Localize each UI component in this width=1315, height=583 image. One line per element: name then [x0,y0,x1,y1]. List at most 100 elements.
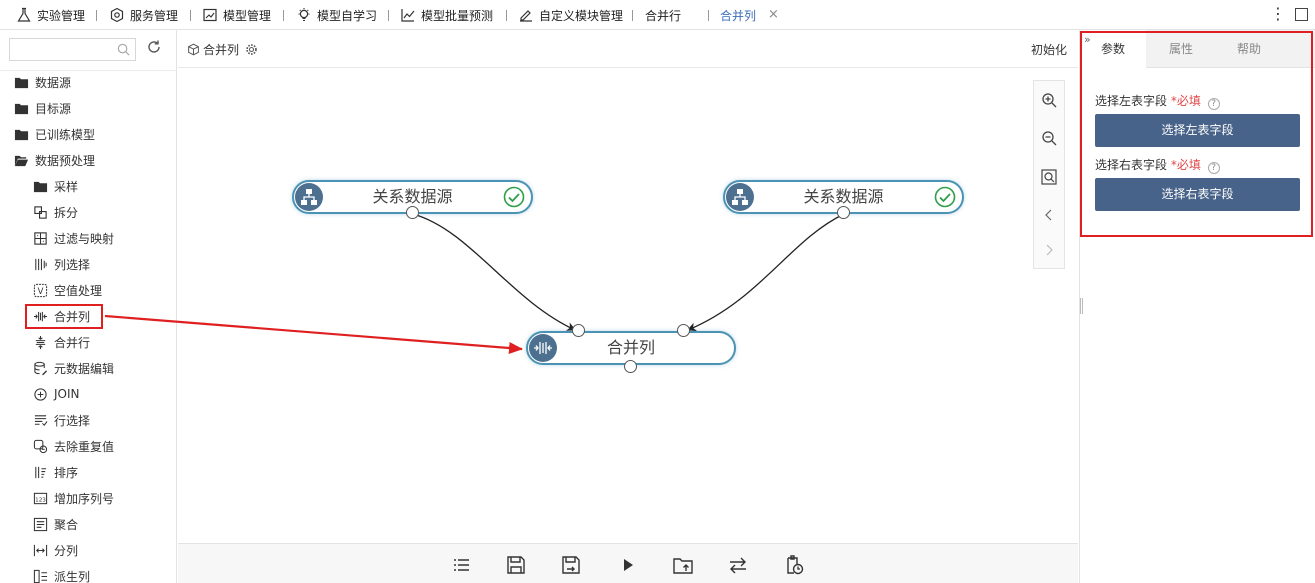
tab-label: 合并列 [720,8,757,23]
sidebar-item-label: 元数据编辑 [54,361,115,376]
component-sidebar: 数据源 目标源 已训练模型 数据预处理 采样 拆分 过滤与映射 列选择 V 空值… [0,30,177,583]
tab-label: 模型自学习 [317,8,378,23]
datasource-node-icon [726,183,754,211]
flask-icon [16,7,32,23]
sidebar-item-label: 行选择 [54,413,91,428]
sidebar-item-filter-map[interactable]: 过滤与映射 [33,227,114,249]
derive-column-icon [33,569,48,583]
split-column-icon [33,543,48,558]
chevron-left-icon[interactable] [1040,206,1058,224]
sidebar-item-label: 过滤与映射 [54,231,115,246]
tab-label: 自定义模块管理 [539,8,624,23]
chart-box-icon [202,7,218,23]
folder-trained-models[interactable]: 已训练模型 [14,123,95,145]
search-field[interactable] [9,38,136,61]
tab-experiment-management[interactable]: 实验管理 [16,0,85,30]
sidebar-item-aggregate[interactable]: 聚合 [33,513,78,535]
tab-separator [96,10,97,21]
folder-label: 数据源 [35,75,72,90]
zoom-in-icon[interactable] [1040,91,1058,109]
search-input[interactable] [10,39,115,60]
output-port[interactable] [837,206,850,219]
sequence-icon: 123 [33,491,48,506]
cube-icon [188,43,199,56]
sidebar-item-null-handling[interactable]: V 空值处理 [33,279,102,301]
input-port-right[interactable] [677,324,690,337]
tab-batch-prediction[interactable]: 模型批量预测 [400,0,493,30]
output-port[interactable] [624,360,637,373]
switch-icon[interactable] [727,554,749,576]
column-select-icon [33,257,48,272]
save-icon[interactable] [505,554,527,576]
folder-label: 数据预处理 [35,153,96,168]
sort-icon [33,465,48,480]
row-select-icon [33,413,48,428]
dedupe-icon [33,439,48,454]
output-port[interactable] [406,206,419,219]
tab-label: 服务管理 [130,8,179,23]
gear-icon[interactable] [245,43,258,56]
fit-view-icon[interactable] [1040,168,1058,186]
zoom-out-icon[interactable] [1040,129,1058,147]
list-icon[interactable] [450,554,472,576]
sidebar-item-split-column[interactable]: 分列 [33,539,78,561]
tab-service-management[interactable]: 服务管理 [109,0,178,30]
annotation-highlight-box [25,304,103,329]
chevron-right-icon[interactable] [1040,241,1058,259]
export-folder-icon[interactable] [672,554,694,576]
folder-icon [14,127,29,142]
sidebar-item-add-sequence[interactable]: 123 增加序列号 [33,487,114,509]
sidebar-item-merge-rows[interactable]: 合并行 [33,331,90,353]
tab-custom-module-management[interactable]: 自定义模块管理 [518,0,623,30]
initialize-button[interactable]: 初始化 [1031,41,1067,58]
input-port-left[interactable] [572,324,585,337]
sidebar-item-join[interactable]: JOIN [33,383,80,405]
sidebar-item-column-select[interactable]: 列选择 [33,253,90,275]
sidebar-item-label: 采样 [54,179,79,194]
sidebar-item-label: 分列 [54,543,79,558]
success-check-icon [934,186,956,208]
refresh-icon[interactable] [146,39,162,55]
sidebar-item-split[interactable]: 拆分 [33,201,78,223]
sidebar-item-sort[interactable]: 排序 [33,461,78,483]
tab-model-management[interactable]: 模型管理 [202,0,271,30]
schedule-icon[interactable] [783,554,805,576]
search-icon[interactable] [116,42,131,57]
more-vertical-icon[interactable]: ⋮ [1270,4,1286,24]
folder-label: 已训练模型 [35,127,96,142]
folder-target-source[interactable]: 目标源 [14,97,71,119]
filter-map-icon [33,231,48,246]
folder-label: 目标源 [35,101,72,116]
tab-separator [708,10,709,21]
sidebar-item-label: JOIN [54,387,80,401]
bulb-icon [296,7,312,23]
tab-merge-rows[interactable]: 合并行 [645,0,681,30]
tab-separator [283,10,284,21]
sidebar-item-label: 空值处理 [54,283,103,298]
sidebar-item-metadata-edit[interactable]: 元数据编辑 [33,357,114,379]
sidebar-item-label: 列选择 [54,257,91,272]
tab-separator [190,10,191,21]
close-icon[interactable]: × [768,7,779,22]
sidebar-item-sampling[interactable]: 采样 [33,175,78,197]
tab-separator [388,10,389,21]
tab-label: 模型批量预测 [421,8,494,23]
folder-data-preprocessing[interactable]: 数据预处理 [14,149,95,171]
workflow-canvas[interactable] [178,69,1078,543]
tab-model-self-learning[interactable]: 模型自学习 [296,0,377,30]
folder-open-icon [14,153,29,168]
sidebar-item-label: 去除重复值 [54,439,115,454]
folder-data-source[interactable]: 数据源 [14,71,71,93]
sidebar-item-row-select[interactable]: 行选择 [33,409,90,431]
null-handle-icon: V [33,283,48,298]
run-icon[interactable] [617,554,639,576]
maximize-icon[interactable] [1295,8,1308,21]
save-as-icon[interactable] [560,554,582,576]
sidebar-item-derive-column[interactable]: 派生列 [33,565,90,583]
panel-resize-handle[interactable] [1080,298,1083,314]
sidebar-item-label: 聚合 [54,517,79,532]
tab-merge-columns[interactable]: 合并列 [720,0,756,30]
tab-label: 模型管理 [223,8,272,23]
sidebar-item-label: 合并行 [54,335,91,350]
sidebar-item-dedupe[interactable]: 去除重复值 [33,435,114,457]
